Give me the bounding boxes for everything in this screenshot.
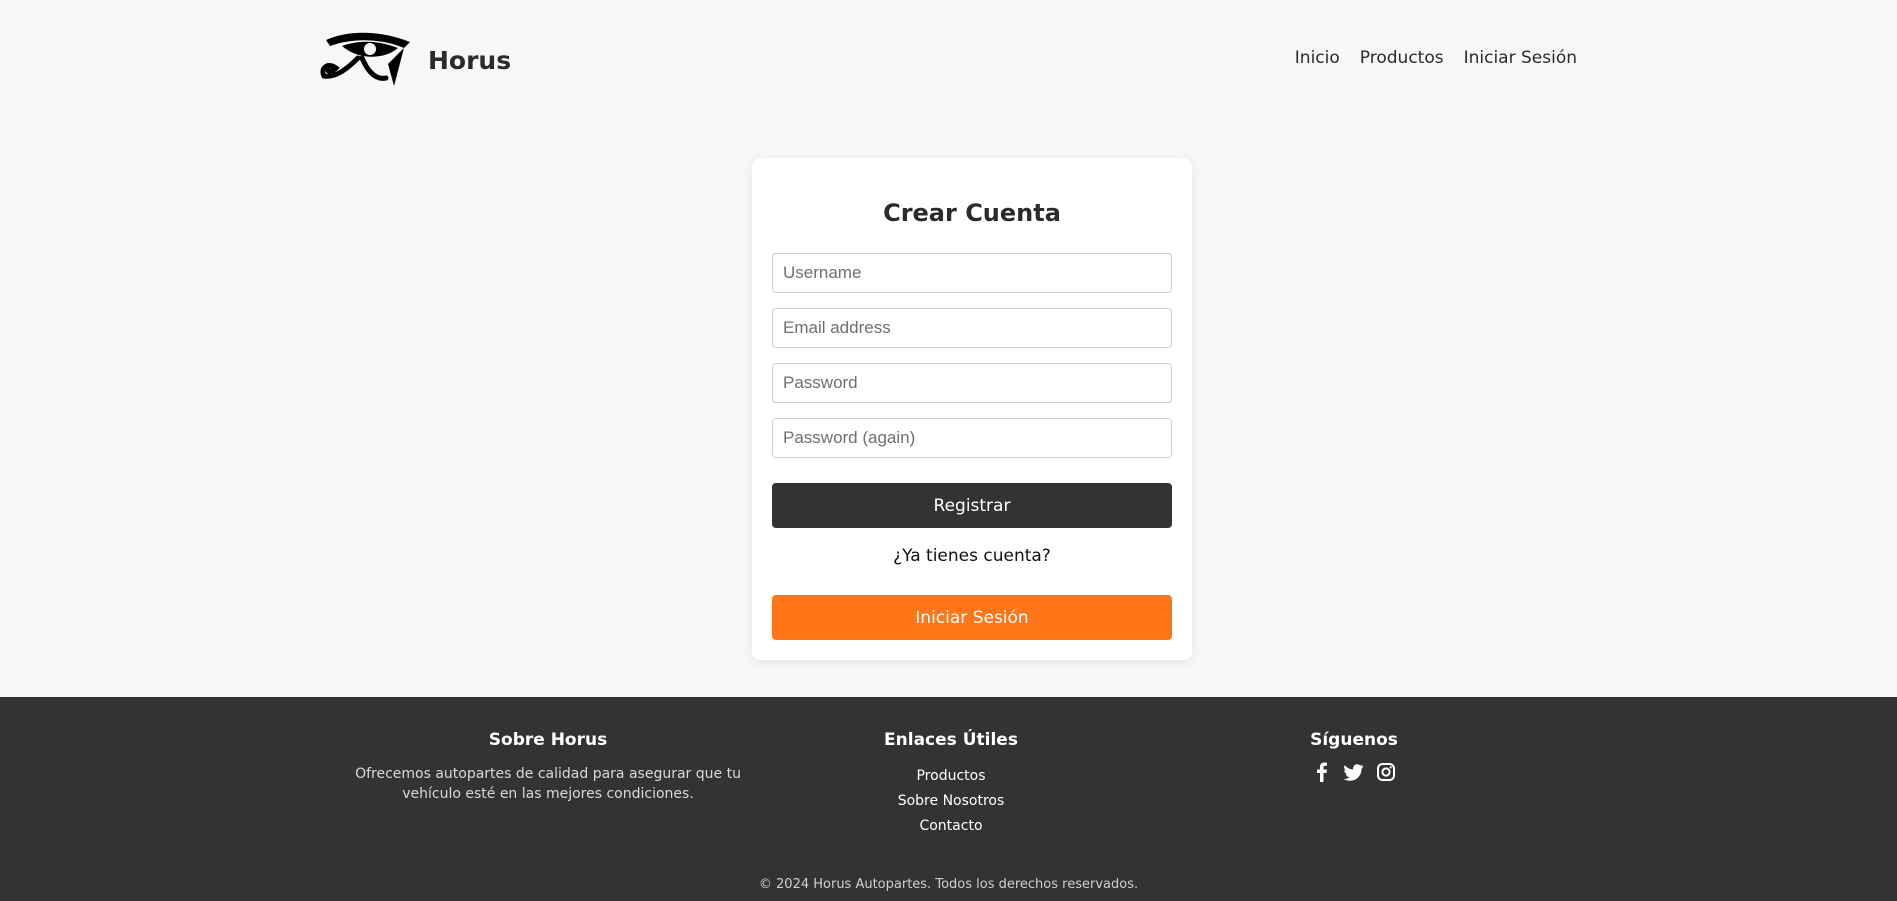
instagram-icon[interactable] [1376, 762, 1396, 782]
footer-links: Enlaces Útiles Productos Sobre Nosotros … [851, 730, 1051, 839]
footer-about: Sobre Horus Ofrecemos autopartes de cali… [348, 730, 748, 804]
password-again-input[interactable] [772, 418, 1172, 458]
facebook-icon[interactable] [1312, 762, 1332, 782]
login-button[interactable]: Iniciar Sesión [772, 595, 1172, 640]
brand[interactable]: Horus [318, 28, 511, 92]
footer-social: Síguenos [1294, 730, 1414, 782]
password-input[interactable] [772, 363, 1172, 403]
about-title: Sobre Horus [488, 730, 608, 750]
site-header: Horus Inicio Productos Iniciar Sesión [0, 0, 1897, 120]
twitter-icon[interactable] [1344, 762, 1364, 782]
main-nav: Inicio Productos Iniciar Sesión [1295, 48, 1577, 68]
footer-link-sobre-nosotros[interactable]: Sobre Nosotros [851, 789, 1051, 814]
nav-inicio[interactable]: Inicio [1295, 48, 1340, 68]
register-button[interactable]: Registrar [772, 483, 1172, 528]
nav-productos[interactable]: Productos [1360, 48, 1444, 68]
site-footer: Sobre Horus Ofrecemos autopartes de cali… [0, 697, 1897, 901]
nav-iniciar-sesion[interactable]: Iniciar Sesión [1464, 48, 1577, 68]
username-input[interactable] [772, 253, 1172, 293]
links-title: Enlaces Útiles [884, 730, 1018, 750]
have-account-text: ¿Ya tienes cuenta? [893, 546, 1051, 566]
social-icons [1294, 762, 1414, 782]
footer-link-productos[interactable]: Productos [851, 764, 1051, 789]
social-title: Síguenos [1310, 730, 1398, 750]
brand-name: Horus [428, 45, 512, 75]
about-text: Ofrecemos autopartes de calidad para ase… [355, 766, 741, 802]
email-input[interactable] [772, 308, 1172, 348]
register-card: Crear Cuenta Registrar ¿Ya tienes cuenta… [752, 158, 1192, 660]
form-title: Crear Cuenta [883, 199, 1061, 227]
eye-of-horus-logo [320, 32, 410, 86]
copyright: © 2024 Horus Autopartes. Todos los derec… [758, 877, 1139, 892]
footer-link-contacto[interactable]: Contacto [851, 814, 1051, 839]
